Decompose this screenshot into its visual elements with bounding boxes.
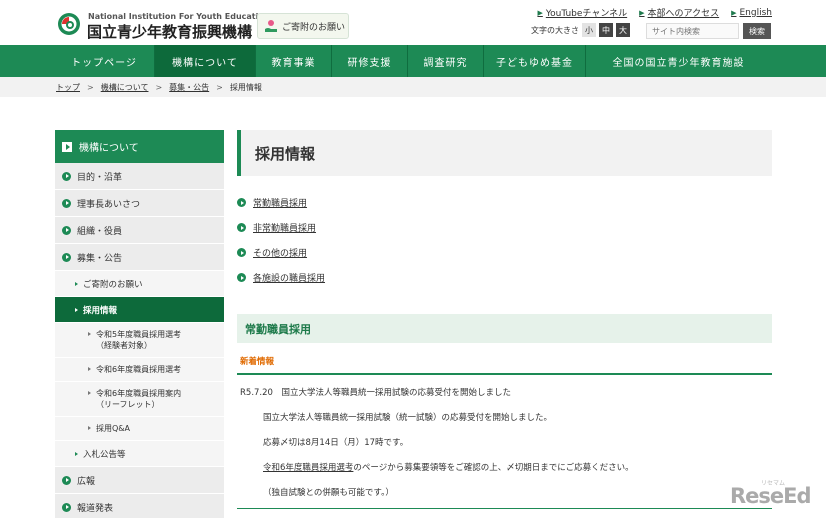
sidebar-item-r5-selection[interactable]: 令和5年度職員採用選考 （経験者対象） [55,323,224,358]
global-nav: トップページ 機構について 教育事業 研修支援 調査研究 子どもゆめ基金 全国の… [0,45,826,77]
triangle-right-icon [88,426,91,430]
anchor-item: 常勤職員採用 [237,190,772,215]
arrow-circle-icon [62,198,71,208]
sidebar-item-donation[interactable]: ご寄附のお願い [55,271,224,297]
nav-item-about[interactable]: 機構について [155,45,256,77]
divider [237,508,772,509]
anchor-facilities-link[interactable]: 各施設の職員採用 [253,271,325,284]
nav-item-training[interactable]: 研修支援 [332,45,408,77]
triangle-right-icon [75,451,78,456]
sidebar-item-r6-selection[interactable]: 令和6年度職員採用選考 [55,358,224,382]
sidebar-item-press[interactable]: 報道発表 [55,494,224,518]
section-heading: 常勤職員採用 [237,314,772,343]
access-link[interactable]: ▶ 本部へのアクセス [639,6,719,20]
arrow-circle-icon [237,273,246,282]
anchor-item: 非常勤職員採用 [237,215,772,240]
org-name-english[interactable]: National Institution For Youth Education [88,12,270,21]
chevron-right-icon: > [87,82,94,92]
arrow-circle-icon [62,225,71,235]
triangle-right-icon [75,281,78,286]
sidebar-item-pr[interactable]: 広報 [55,467,224,494]
arrow-circle-icon [237,223,246,232]
font-size-small-button[interactable]: 小 [582,23,596,37]
font-size-large-button[interactable]: 大 [616,23,630,37]
anchor-other-link[interactable]: その他の採用 [253,246,307,259]
arrow-circle-icon [237,198,246,207]
sidebar-heading[interactable]: 機構について [55,130,224,163]
play-square-icon [62,141,72,152]
logo-icon[interactable] [57,12,81,36]
font-size-control: 文字の大きさ 小 中 大 [531,23,630,37]
sidebar-item-bidding[interactable]: 入札公告等 [55,441,224,467]
donate-label: ご寄附のお願い [282,22,346,33]
search-button[interactable]: 検索 [743,23,771,39]
arrow-circle-icon [62,171,71,181]
triangle-right-icon [75,307,78,312]
sidebar-heading-label: 機構について [79,143,139,154]
breadcrumb-current: 採用情報 [229,82,262,92]
triangle-right-icon [88,332,91,336]
news-headline: R5.7.20 国立大学法人等職員統一採用試験の応募受付を開始しました [240,388,511,398]
main-content: 採用情報 常勤職員採用 非常勤職員採用 その他の採用 各施設の職員採用 常勤職員… [237,130,772,509]
arrow-circle-icon [62,502,71,512]
page-title: 採用情報 [237,130,772,176]
org-name-japanese[interactable]: 国立青少年教育振興機構 [87,21,252,42]
arrow-right-icon: ▶ [639,8,645,17]
donate-button[interactable]: ご寄附のお願い [257,13,349,39]
sidebar: 機構について 目的・沿革 理事長あいさつ 組織・役員 募集・公告 ご寄附のお願い… [55,130,224,518]
arrow-circle-icon [237,248,246,257]
anchor-links: 常勤職員採用 非常勤職員採用 その他の採用 各施設の職員採用 [237,190,772,290]
anchor-fulltime-link[interactable]: 常勤職員採用 [253,196,307,209]
nav-item-dream-fund[interactable]: 子どもゆめ基金 [484,45,586,77]
site-header: National Institution For Youth Education… [0,0,826,45]
triangle-right-icon [88,391,91,395]
news-body-line: 令和6年度職員採用選考のページから募集要領等をご確認の上、〆切期日までにご応募く… [263,463,634,473]
chevron-right-icon: > [155,82,163,92]
anchor-parttime-link[interactable]: 非常勤職員採用 [253,221,316,234]
arrow-circle-icon [62,252,71,262]
nav-item-facilities[interactable]: 全国の国立青少年教育施設 [586,45,771,77]
nav-item-research[interactable]: 調査研究 [408,45,484,77]
sidebar-item-r6-leaflet[interactable]: 令和6年度職員採用案内 （リーフレット） [55,382,224,417]
triangle-right-icon [88,367,91,371]
english-link[interactable]: ▶ English [731,6,772,19]
news-body-line: 国立大学法人等職員統一採用試験（統一試験）の応募受付を開始しました。 [263,413,553,423]
nav-item-top[interactable]: トップページ [54,45,155,77]
utility-links: ▶ YouTubeチャンネル ▶ 本部へのアクセス ▶ English [537,6,772,20]
breadcrumb-top[interactable]: トップ [56,82,80,93]
breadcrumb-recruitment[interactable]: 募集・公告 [169,82,209,93]
sidebar-item-recruitment[interactable]: 募集・公告 [55,244,224,271]
arrow-right-icon: ▶ [537,8,543,17]
arrow-right-icon: ▶ [731,8,737,17]
sidebar-item-employment[interactable]: 採用情報 [55,297,224,323]
font-size-medium-button[interactable]: 中 [599,23,613,37]
sidebar-item-purpose[interactable]: 目的・沿革 [55,163,224,190]
breadcrumb-about[interactable]: 機構について [101,82,149,93]
sidebar-item-greeting[interactable]: 理事長あいさつ [55,190,224,217]
breadcrumb: トップ > 機構について > 募集・公告 > 採用情報 [0,77,826,97]
sidebar-item-faq[interactable]: 採用Q&A [55,417,224,441]
font-size-label: 文字の大きさ [531,25,579,35]
chevron-right-icon: > [216,82,223,92]
sidebar-item-organization[interactable]: 組織・役員 [55,217,224,244]
site-search-input[interactable] [646,23,739,39]
divider [237,373,772,375]
r6-selection-link[interactable]: 令和6年度職員採用選考 [263,463,353,473]
youtube-link[interactable]: ▶ YouTubeチャンネル [537,6,627,20]
news-label: 新着情報 [240,357,275,367]
news-deadline: 応募〆切は8月14日（月）17時です。 [263,438,409,448]
anchor-item: 各施設の職員採用 [237,265,772,290]
watermark-logo: ReseEd [730,484,812,508]
nav-item-education[interactable]: 教育事業 [256,45,332,77]
arrow-circle-icon [62,475,71,485]
donation-hand-icon [265,20,277,32]
anchor-item: その他の採用 [237,240,772,265]
news-note: （独自試験との併願も可能です。） [263,488,394,498]
